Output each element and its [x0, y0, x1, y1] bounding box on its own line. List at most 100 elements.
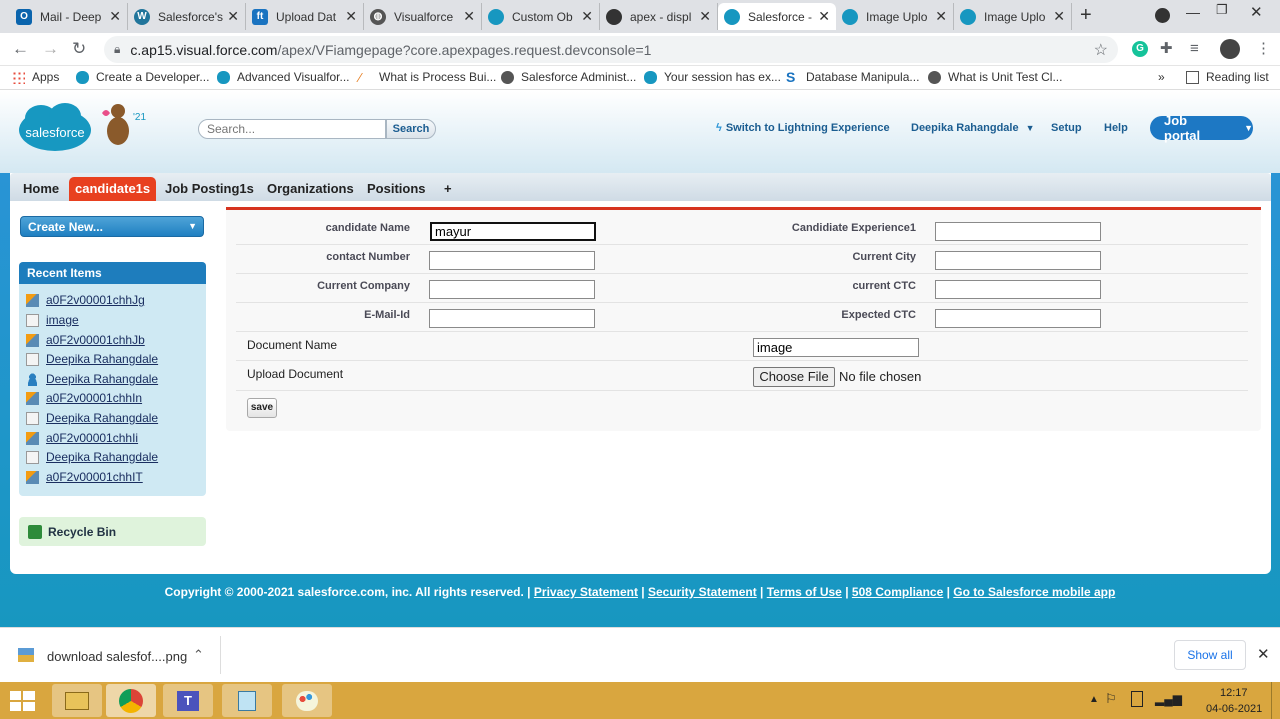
- all-tabs-plus-icon[interactable]: +: [438, 177, 458, 201]
- close-icon[interactable]: ✕: [1257, 645, 1270, 663]
- current-company-input[interactable]: [429, 280, 595, 299]
- privacy-link[interactable]: Privacy Statement: [534, 585, 638, 599]
- recent-item[interactable]: a0F2v00001chhJg: [26, 291, 145, 309]
- bookmark-item[interactable]: ⁄ What is Process Bui...: [359, 70, 496, 84]
- browser-tab-active[interactable]: Salesforce - ✕: [718, 3, 836, 30]
- email-input[interactable]: [429, 309, 595, 328]
- bookmark-apps[interactable]: Apps: [12, 70, 59, 84]
- chevron-up-icon[interactable]: ⌃: [193, 647, 204, 663]
- help-link[interactable]: Help: [1104, 122, 1128, 134]
- browser-tab[interactable]: ft Upload Dat ✕: [246, 3, 364, 30]
- current-city-input[interactable]: [935, 251, 1101, 270]
- back-icon[interactable]: ←: [12, 40, 29, 58]
- browser-tab[interactable]: Image Uplo ✕: [836, 3, 954, 30]
- clock-time[interactable]: 12:17: [1220, 687, 1248, 699]
- bookmark-item[interactable]: What is Unit Test Cl...: [928, 70, 1062, 84]
- bookmark-star-icon[interactable]: ☆: [1094, 40, 1108, 60]
- paint-icon[interactable]: [282, 684, 332, 717]
- teams-icon[interactable]: T: [163, 684, 213, 717]
- bookmark-item[interactable]: Salesforce Administ...: [501, 70, 636, 84]
- close-icon[interactable]: ✕: [935, 8, 947, 25]
- flag-icon[interactable]: ⚐: [1105, 691, 1117, 707]
- browser-tab[interactable]: ◍ Visualforce ✕: [364, 3, 482, 30]
- show-desktop-button[interactable]: [1271, 682, 1274, 719]
- restore-icon[interactable]: ❐: [1216, 2, 1228, 18]
- notepad-icon[interactable]: [222, 684, 272, 717]
- salesforce-logo[interactable]: salesforce: [17, 100, 95, 154]
- tray-overflow-icon[interactable]: ▲: [1089, 694, 1099, 705]
- recent-item[interactable]: image: [26, 311, 79, 329]
- close-icon[interactable]: ✕: [463, 8, 475, 25]
- switch-lightning-link[interactable]: ϟ Switch to Lightning Experience: [716, 122, 890, 134]
- close-icon[interactable]: ✕: [1053, 8, 1065, 25]
- browser-tab[interactable]: W Salesforce's ✕: [128, 3, 246, 30]
- forward-icon[interactable]: →: [42, 40, 59, 58]
- reading-list[interactable]: Reading list: [1186, 70, 1269, 84]
- experience-input[interactable]: [935, 222, 1101, 241]
- recent-item[interactable]: a0F2v00001chhIn: [26, 389, 142, 407]
- tab-organizations[interactable]: Organizations: [261, 177, 360, 201]
- avatar[interactable]: [1220, 39, 1240, 59]
- recent-item[interactable]: Deepika Rahangdale: [26, 370, 158, 388]
- candidate-name-input[interactable]: [430, 222, 596, 241]
- close-icon[interactable]: ✕: [109, 8, 121, 25]
- close-icon[interactable]: ✕: [581, 8, 593, 25]
- setup-link[interactable]: Setup: [1051, 122, 1082, 134]
- tab-candidate1s[interactable]: candidate1s: [69, 177, 157, 201]
- media-control-icon[interactable]: ≡: [1190, 40, 1199, 58]
- file-explorer-icon[interactable]: [52, 684, 102, 717]
- profile-menu-icon[interactable]: [1155, 8, 1170, 23]
- search-button[interactable]: Search: [386, 119, 436, 139]
- clock-date[interactable]: 04-06-2021: [1206, 703, 1262, 715]
- reload-icon[interactable]: ↻: [72, 40, 86, 58]
- choose-file-button[interactable]: Choose File: [753, 367, 835, 387]
- bookmark-item[interactable]: Create a Developer...: [76, 70, 209, 84]
- address-bar[interactable]: 🔒︎ c.ap15.visual.force.com/apex/VFiamgep…: [104, 36, 1118, 63]
- recent-item[interactable]: a0F2v00001chhJb: [26, 331, 145, 349]
- expected-ctc-input[interactable]: [935, 309, 1101, 328]
- close-icon[interactable]: ✕: [345, 8, 357, 25]
- app-menu-button[interactable]: Job portal ▼: [1150, 113, 1253, 143]
- window-close-icon[interactable]: ✕: [1250, 3, 1263, 21]
- chrome-icon[interactable]: [106, 684, 156, 717]
- user-menu[interactable]: Deepika Rahangdale ▼: [911, 122, 1035, 134]
- security-link[interactable]: Security Statement: [648, 585, 757, 599]
- windows-start-icon[interactable]: [10, 691, 36, 711]
- download-file-name[interactable]: download salesfof....png: [47, 649, 187, 664]
- browser-tab[interactable]: Custom Ob ✕: [482, 3, 600, 30]
- show-all-button[interactable]: Show all: [1174, 640, 1246, 670]
- extensions-icon[interactable]: ✚: [1160, 40, 1173, 58]
- contact-number-input[interactable]: [429, 251, 595, 270]
- compliance-link[interactable]: 508 Compliance: [852, 585, 943, 599]
- current-ctc-input[interactable]: [935, 280, 1101, 299]
- minimize-icon[interactable]: —: [1186, 4, 1200, 20]
- close-icon[interactable]: ✕: [818, 8, 830, 25]
- save-button[interactable]: save: [247, 398, 277, 418]
- recent-item[interactable]: Deepika Rahangdale: [26, 409, 158, 427]
- volume-icon[interactable]: 🔈︎: [1177, 691, 1185, 707]
- bookmark-item[interactable]: S Database Manipula...: [786, 70, 919, 85]
- recent-item[interactable]: Deepika Rahangdale: [26, 448, 158, 466]
- recent-item[interactable]: Deepika Rahangdale: [26, 350, 158, 368]
- close-icon[interactable]: ✕: [227, 8, 239, 25]
- document-name-input[interactable]: [753, 338, 919, 357]
- recent-item[interactable]: a0F2v00001chhIT: [26, 468, 143, 486]
- close-icon[interactable]: ✕: [699, 8, 711, 25]
- browser-tab[interactable]: O Mail - Deep ✕: [10, 3, 128, 30]
- chrome-menu-icon[interactable]: ⋮: [1256, 40, 1271, 58]
- create-new-dropdown[interactable]: Create New... ▼: [20, 216, 204, 237]
- bookmark-item[interactable]: Your session has ex...: [644, 70, 781, 84]
- mobile-app-link[interactable]: Go to Salesforce mobile app: [953, 585, 1115, 599]
- search-input[interactable]: [198, 119, 386, 139]
- new-tab-button[interactable]: +: [1080, 4, 1092, 27]
- terms-link[interactable]: Terms of Use: [767, 585, 842, 599]
- tab-job-posting1s[interactable]: Job Posting1s: [159, 177, 260, 201]
- recent-item[interactable]: a0F2v00001chhIi: [26, 429, 138, 447]
- bookmarks-overflow[interactable]: »: [1158, 70, 1165, 84]
- browser-tab[interactable]: apex - displ ✕: [600, 3, 718, 30]
- network-icon[interactable]: [1131, 691, 1143, 707]
- recycle-bin-link[interactable]: Recycle Bin: [19, 517, 206, 546]
- bookmark-item[interactable]: Advanced Visualfor...: [217, 70, 350, 84]
- tab-positions[interactable]: Positions: [361, 177, 432, 201]
- grammarly-extension-icon[interactable]: G: [1132, 41, 1148, 57]
